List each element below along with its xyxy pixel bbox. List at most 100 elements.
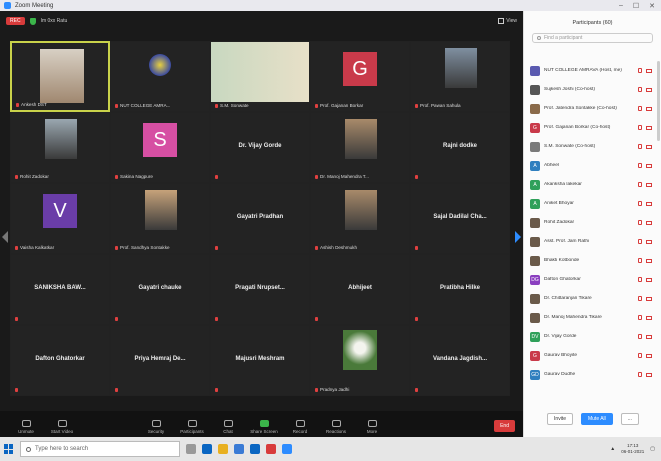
participant-row[interactable]: Bhakti Kotbonde [530,251,656,270]
taskbar-clock[interactable]: 17:13 06-01-2021 [621,443,644,455]
video-tile[interactable]: Sajal Dadilal Cha... [410,183,510,254]
video-tile[interactable]: Ankesh DST [10,41,110,112]
participant-avatar [530,293,540,304]
video-off-icon [646,125,652,130]
video-tile[interactable]: V Vaisha Kalkatkar [10,183,110,254]
video-tile[interactable]: S.M. Sonwate [210,41,310,112]
record-button[interactable]: Record [282,420,318,434]
minimize-icon[interactable]: – [619,2,623,10]
recording-badge[interactable]: REC [6,17,25,25]
task-view-icon[interactable] [186,444,196,454]
participant-row[interactable]: GD Gaurav Dudhe [530,365,656,384]
security-button[interactable]: Security [138,420,174,434]
video-off-icon [646,353,652,358]
windows-taskbar: Type here to search ▲ 17:13 06-01-2021 ▢ [0,437,661,461]
app-icon[interactable] [266,444,276,454]
participant-row[interactable]: S.M. Sonwate (Co-host) [530,137,656,156]
start-video-button[interactable]: Start Video [44,420,80,434]
video-tile[interactable]: Gayatri chauke [110,254,210,325]
video-tile[interactable]: Pragati Nrupset... [210,254,310,325]
invite-button[interactable]: Invite [547,413,573,425]
participant-row[interactable]: A Aniket Bhoyar [530,194,656,213]
participant-row[interactable]: DG Dafton Ghatorkar [530,270,656,289]
muted-mic-icon [215,388,218,392]
participant-row[interactable]: A Abheel [530,156,656,175]
video-tile[interactable]: Pradnya Jadhi [310,325,410,396]
chat-button[interactable]: Chat [210,420,246,434]
tile-name-label [215,388,220,392]
muted-mic-icon [415,317,418,321]
notifications-icon[interactable]: ▢ [650,446,655,452]
participant-row[interactable]: NUT COLLEGE AMRAVA (Host, me) [530,61,656,80]
security-shield-icon[interactable] [29,17,36,25]
tile-name-label: NUT COLLEGE AMRA... [115,103,170,108]
participant-row[interactable]: Dr. Chittaranjan Tikare [530,289,656,308]
store-icon[interactable] [234,444,244,454]
video-tile[interactable]: Dr. Manoj Mahendra T... [310,112,410,183]
video-tile[interactable]: S Sakina Nagpure [110,112,210,183]
participant-row[interactable]: DV Dr. Vijay Gorde [530,327,656,346]
video-tile[interactable]: Pratibha Hilke [410,254,510,325]
muted-mic-icon [638,277,642,282]
more-button[interactable]: More [354,420,390,434]
windows-start-icon[interactable] [4,444,14,454]
shield-icon [151,420,161,427]
share-screen-button[interactable]: Share Screen [246,420,282,434]
participant-row[interactable]: A Akanksha lakekar [530,175,656,194]
video-off-icon [646,106,652,111]
video-tile[interactable]: Abhijeet [310,254,410,325]
mail-icon[interactable] [250,444,260,454]
participant-name: Ashish Deshmukh [320,245,358,250]
maximize-icon[interactable]: ☐ [633,2,639,10]
zoom-taskbar-icon[interactable] [282,444,292,454]
tile-name-label [315,317,320,321]
video-tile[interactable]: G Prof. Gajanan Borkar [310,41,410,112]
network-icon[interactable]: ▲ [610,446,615,452]
video-tile[interactable]: Rajni dodke [410,112,510,183]
video-tile[interactable]: NUT COLLEGE AMRA... [110,41,210,112]
participant-row[interactable]: Rohit Zadokar [530,213,656,232]
video-tile[interactable]: Prof. Pawan Sahula [410,41,510,112]
end-meeting-button[interactable]: End [494,420,515,432]
unmute-button[interactable]: Unmute [8,420,44,434]
participant-avatar [530,141,540,152]
participant-row[interactable]: Prof. Jatendra Sontakke (Co-host) [530,99,656,118]
participant-search-input[interactable]: Find a participant [532,33,653,43]
video-tile[interactable]: SANIKSHA BAW... [10,254,110,325]
more-options-button[interactable]: ... [620,413,639,425]
muted-mic-icon [15,174,18,179]
view-button[interactable]: View [498,18,517,24]
taskbar-search-input[interactable]: Type here to search [20,441,180,457]
edge-browser-icon[interactable] [202,444,212,454]
toolbar-label: Security [147,429,165,434]
participant-list-scrollbar[interactable] [657,61,660,141]
video-tile[interactable]: Gayatri Pradhan [210,183,310,254]
participant-row[interactable]: G Gaurav Bhoyite [530,346,656,365]
previous-page-icon[interactable] [2,231,8,243]
file-explorer-icon[interactable] [218,444,228,454]
video-tile[interactable]: Priya Hemraj De... [110,325,210,396]
participant-row[interactable]: Asst. Prof. Jam Rathi [530,232,656,251]
record-icon [295,420,305,427]
tile-name-label: Prof. Sandhya Sontakke [115,245,170,250]
participant-row[interactable]: Dr. Manoj Mahendra Tikare [530,308,656,327]
close-icon[interactable]: ✕ [649,2,655,10]
tile-name-label [215,317,220,321]
video-tile[interactable]: Vandana Jagdish... [410,325,510,396]
participant-row[interactable]: G Prof. Gajanan Borkar (Co-host) [530,118,656,137]
participant-avatar: DV [530,331,540,342]
participant-row[interactable]: Sujkesh Joshi (Co-host) [530,80,656,99]
mute-all-button[interactable]: Mute All [580,413,613,425]
video-tile[interactable]: Dr. Vijay Gorde [210,112,310,183]
reactions-button[interactable]: Reactions [318,420,354,434]
next-page-icon[interactable] [515,231,521,243]
video-tile[interactable]: Rohit Zadokar [10,112,110,183]
video-tile[interactable]: Dafton Ghatorkar [10,325,110,396]
tile-name-label: Rohit Zadokar [15,174,49,179]
video-tile[interactable]: Ashish Deshmukh [310,183,410,254]
video-tile[interactable]: Majusri Meshram [210,325,310,396]
participant-video [40,49,84,103]
video-tile[interactable]: Prof. Sandhya Sontakke [110,183,210,254]
participants-button[interactable]: Participants [174,420,210,434]
participants-title: Participants (60) [572,20,613,26]
